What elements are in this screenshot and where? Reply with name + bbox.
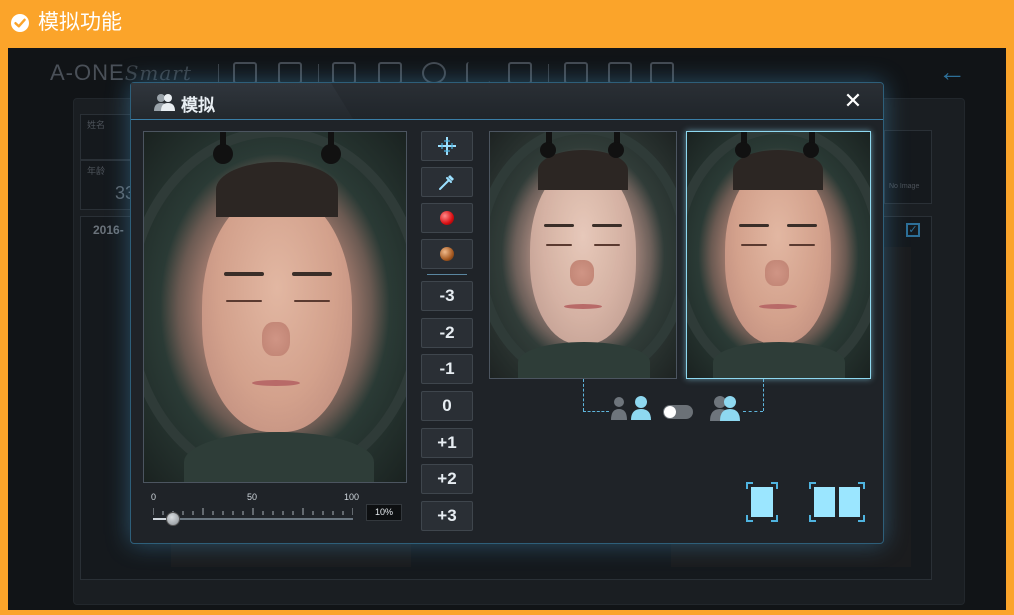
brown-sphere-icon — [440, 247, 454, 261]
brown-spot-button[interactable] — [421, 239, 473, 269]
people-icon[interactable] — [422, 62, 446, 84]
toolbar-divider — [218, 64, 219, 84]
level-button[interactable]: 0 — [421, 391, 473, 421]
connector-line — [583, 379, 584, 411]
split-view-icon — [809, 482, 865, 522]
3d-cube-icon[interactable] — [378, 62, 402, 84]
red-sphere-icon — [440, 211, 454, 225]
before-face-photo[interactable] — [489, 131, 677, 379]
report-icon[interactable] — [508, 62, 532, 84]
eyedropper-button[interactable] — [421, 167, 473, 197]
export-icon[interactable] — [650, 62, 674, 84]
portrait-icon[interactable] — [332, 62, 356, 84]
toolbar-divider — [318, 64, 319, 84]
eyedropper-icon — [439, 175, 454, 190]
simulation-dialog: 模拟 ✕ 0 50 100 10% -3 -2 -1 0 +1 +2 +3 — [130, 82, 884, 544]
check-circle-icon — [11, 14, 29, 32]
compare-people-icon[interactable] — [709, 394, 743, 427]
slider-value-display: 10% — [366, 504, 402, 521]
slider-tick-marks — [153, 508, 353, 515]
level-button[interactable]: -3 — [421, 281, 473, 311]
before-person-icon[interactable] — [609, 395, 653, 426]
level-button[interactable]: +1 — [421, 428, 473, 458]
close-button[interactable]: ✕ — [841, 89, 865, 113]
slider-tick-label: 100 — [344, 492, 360, 502]
level-button[interactable]: -1 — [421, 354, 473, 384]
crosshair-button[interactable] — [421, 131, 473, 161]
camera-icon[interactable] — [233, 62, 257, 84]
tool-divider — [427, 274, 467, 275]
level-button[interactable]: +3 — [421, 501, 473, 531]
single-view-icon — [746, 482, 778, 522]
compare-toggle[interactable] — [663, 405, 693, 419]
crosshair-icon — [438, 137, 456, 155]
red-spot-button[interactable] — [421, 203, 473, 233]
single-view-button[interactable] — [745, 481, 779, 528]
page-title: 模拟功能 — [38, 11, 122, 34]
level-button[interactable]: +2 — [421, 464, 473, 494]
chart-icon[interactable] — [466, 62, 490, 84]
connector-line — [763, 379, 764, 411]
name-label: 姓名 — [87, 120, 106, 130]
slider-knob[interactable] — [166, 512, 180, 526]
printer-icon[interactable] — [564, 62, 588, 84]
main-face-photo — [143, 131, 407, 483]
slider-tick-label: 0 — [151, 492, 157, 502]
toolbar-divider — [548, 64, 549, 84]
slider-tick-label: 50 — [247, 492, 258, 502]
no-image-box: No Image — [884, 130, 932, 204]
background-checkbox[interactable]: ✓ — [906, 223, 920, 237]
back-arrow-icon[interactable]: ← — [938, 56, 966, 88]
dialog-title: 模拟 — [181, 96, 215, 115]
connector-line — [583, 411, 609, 412]
background-date: 2016- — [93, 223, 124, 237]
dialog-header: 模拟 ✕ — [131, 83, 883, 120]
after-face-photo[interactable] — [686, 131, 871, 379]
no-image-label: No Image — [889, 183, 920, 190]
age-label: 年龄 — [87, 166, 106, 176]
title-bar: 模拟功能 — [0, 0, 1014, 48]
two-people-icon — [153, 92, 177, 117]
level-button[interactable]: -2 — [421, 318, 473, 348]
intensity-slider[interactable] — [153, 512, 353, 526]
clipboard-icon[interactable] — [278, 62, 302, 84]
connector-line — [743, 411, 763, 412]
split-view-button[interactable] — [808, 481, 866, 528]
save-icon[interactable] — [608, 62, 632, 84]
toggle-knob — [664, 406, 676, 418]
